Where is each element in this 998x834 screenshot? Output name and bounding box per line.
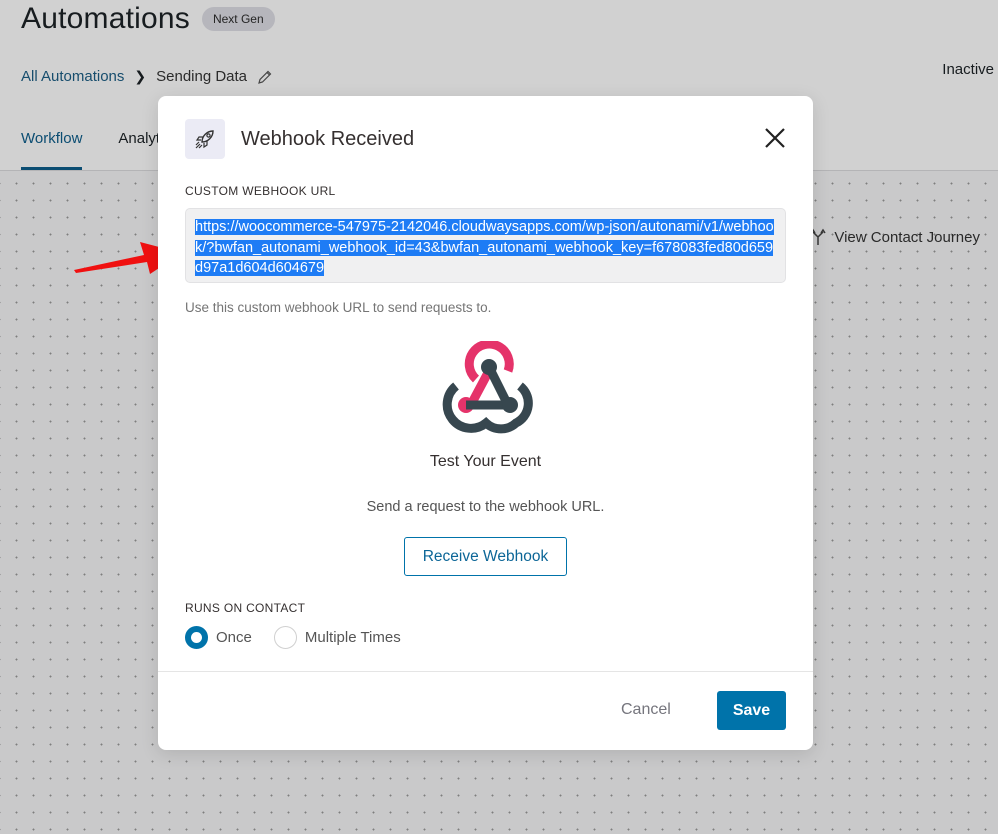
webhook-url-help: Use this custom webhook URL to send requ… <box>185 300 492 315</box>
save-button[interactable]: Save <box>717 691 786 730</box>
runs-on-contact-radio-group: Once Multiple Times <box>185 626 401 649</box>
test-event-title: Test Your Event <box>429 453 542 470</box>
radio-multiple-times-input[interactable] <box>273 626 297 649</box>
radio-multiple-times-label: Multiple Times <box>304 629 401 646</box>
webhook-url-field[interactable]: https://woocommerce-547975-2142046.cloud… <box>185 208 786 283</box>
modal-title: Webhook Received <box>241 127 415 150</box>
radio-once[interactable]: Once <box>185 626 252 649</box>
webhook-url-value: https://woocommerce-547975-2142046.cloud… <box>195 219 774 276</box>
radio-multiple-times[interactable]: Multiple Times <box>273 626 401 649</box>
radio-once-label: Once <box>216 629 252 646</box>
close-icon[interactable] <box>763 126 787 150</box>
modal-header: Webhook Received <box>185 119 414 159</box>
receive-webhook-button[interactable]: Receive Webhook <box>404 537 567 576</box>
test-event-description: Send a request to the webhook URL. <box>366 499 605 515</box>
cancel-button[interactable]: Cancel <box>621 701 671 719</box>
webhook-url-label: Custom Webhook URL <box>185 184 336 198</box>
webhook-modal: Webhook Received Custom Webhook URL http… <box>158 96 813 750</box>
webhook-logo-icon <box>442 341 533 434</box>
runs-on-contact-label: Runs on Contact <box>185 601 306 615</box>
radio-once-input[interactable] <box>185 626 208 649</box>
footer-divider <box>158 671 813 672</box>
rocket-icon <box>185 119 225 159</box>
